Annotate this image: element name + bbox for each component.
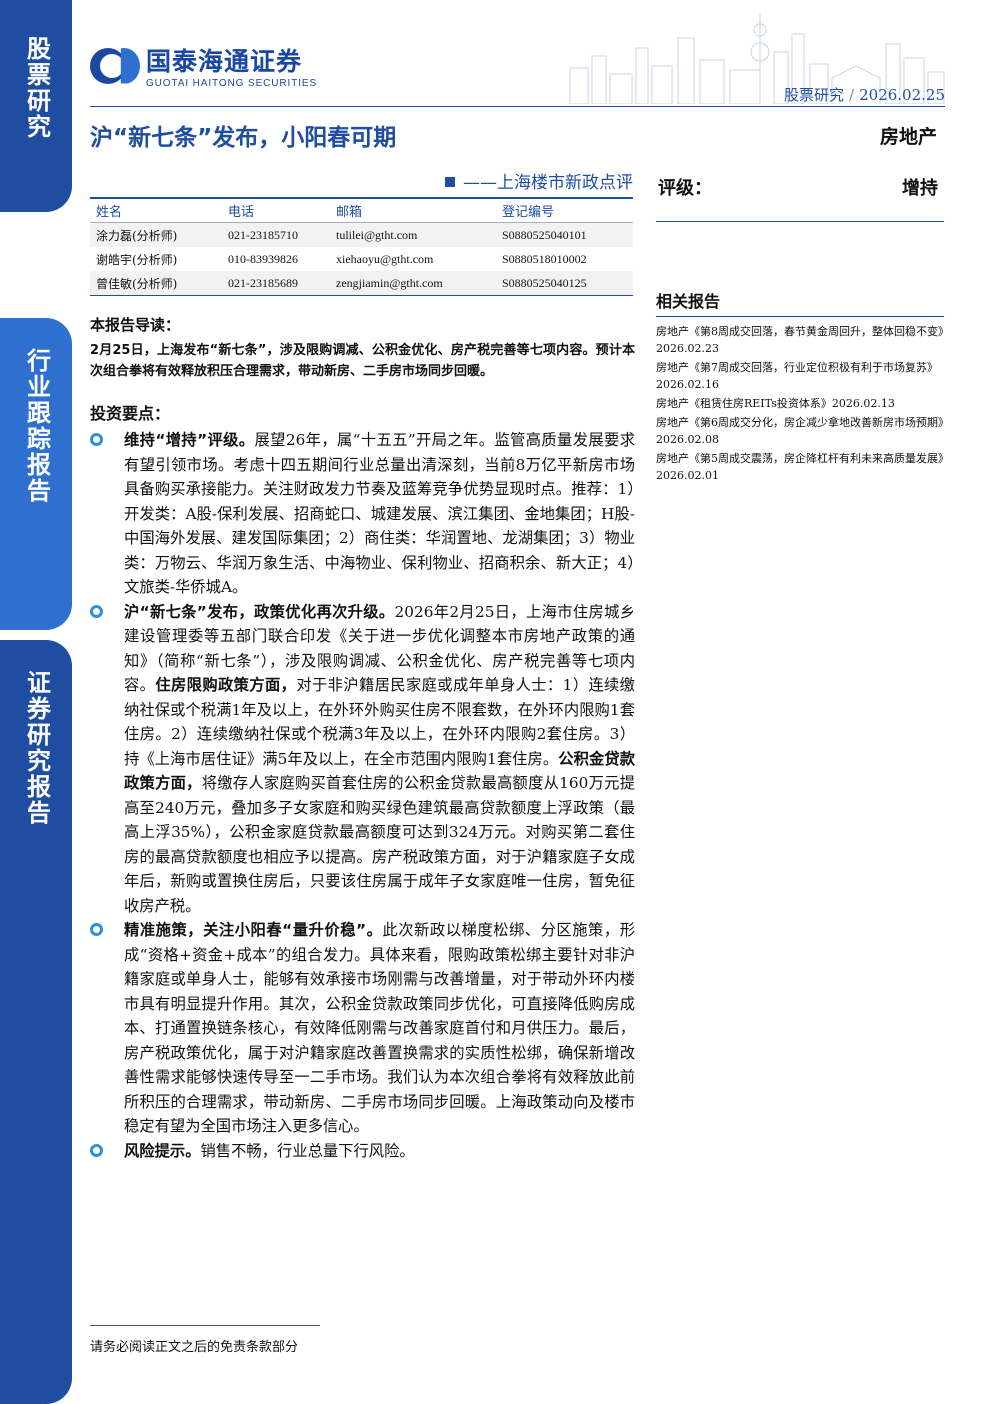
subtitle-text: ——上海楼市新政点评 [463, 173, 633, 193]
related-report-link[interactable]: 房地产《第6周成交分化，房企减少拿地改善新房市场预期》2026.02.08 [656, 414, 944, 448]
related-report-link[interactable]: 房地产《第5周成交震荡，房企降杠杆有利未来高质量发展》2026.02.01 [656, 450, 944, 484]
circle-bullet-icon [90, 1143, 103, 1157]
point-text: 此次新政以梯度松绑、分区施策，形成“资格+资金+成本”的组合发力。具体来看，限购… [124, 921, 635, 1135]
related-report-link[interactable]: 房地产《租赁住房REITs投资体系》2026.02.13 [656, 395, 944, 412]
analyst-name: 涂力磊(分析师) [96, 228, 178, 243]
report-date: 2026.02.25 [859, 86, 945, 104]
point-lead: 精准施策，关注小阳春“量升价稳”。 [124, 921, 383, 939]
circle-bullet-icon [90, 604, 103, 618]
analyst-email[interactable]: zengjiamin@gtht.com [336, 276, 502, 291]
list-item: 沪“新七条”发布，政策优化再次升级。2026年2月25日，上海市住房城乡建设管理… [90, 600, 635, 919]
side-tab-securities-research: 证券研究报告 [0, 640, 72, 1404]
table-row: 谢皓宇(分析师) 010-83939826 xiehaoyu@gtht.com … [90, 247, 633, 271]
analyst-phone: 021-23185710 [228, 227, 298, 242]
analyst-email[interactable]: tulilei@gtht.com [336, 228, 502, 243]
related-report-link[interactable]: 房地产《第7周成交回落，行业定位积极有利于市场复苏》2026.02.16 [656, 359, 944, 393]
guide-body: 2月25日，上海发布“新七条”，涉及限购调减、公积金优化、房产税完善等七项内容。… [90, 343, 635, 379]
point-text: 展望26年，属“十五五”开局之年。监管高质量发展要求有望引领市场。考虑十四五期间… [124, 431, 636, 596]
analyst-reg-no: S0880518010002 [502, 251, 587, 266]
brand-logo: 国泰海通证券 GUOTAI HAITONG SECURITIES [90, 42, 317, 89]
column-header: 姓名 [96, 205, 123, 220]
side-tab-label: 股票研究 [22, 36, 51, 140]
analyst-reg-no: S0880525040101 [502, 227, 587, 242]
circle-bullet-icon [90, 923, 103, 936]
related-reports: 相关报告 房地产《第8周成交回落，春节黄金周回升，整体回稳不变》2026.02.… [656, 288, 944, 486]
header-divider [90, 106, 945, 107]
related-reports-list: 房地产《第8周成交回落，春节黄金周回升，整体回稳不变》2026.02.23 房地… [656, 323, 944, 484]
analyst-phone: 021-23185689 [228, 275, 298, 290]
square-bullet-icon [445, 177, 455, 187]
side-tab-label: 行业跟踪报告 [22, 348, 51, 504]
analyst-email[interactable]: xiehaoyu@gtht.com [336, 252, 502, 267]
point-lead: 风险提示。 [124, 1141, 201, 1160]
table-header-row: 姓名 电话 邮箱 登记编号 [90, 199, 633, 223]
side-band: 股票研究 行业跟踪报告 证券研究报告 [0, 0, 72, 1404]
report-title: 沪“新七条”发布，小阳春可期 [90, 125, 397, 151]
side-tab-industry-tracking: 行业跟踪报告 [0, 318, 72, 630]
industry-label: 房地产 [879, 126, 937, 148]
brand-name-cn: 国泰海通证券 [146, 47, 303, 76]
point-text: 将缴存人家庭购买首套住房的公积金贷款最高额度从160万元提高至240万元，叠加多… [124, 774, 635, 915]
side-tab-stock-research: 股票研究 [0, 0, 72, 212]
investment-points: 维持“增持”评级。展望26年，属“十五五”开局之年。监管高质量发展要求有望引领市… [90, 428, 635, 1163]
footer-divider [90, 1325, 320, 1326]
points-heading: 投资要点： [90, 404, 171, 423]
side-tab-label: 证券研究报告 [22, 670, 51, 826]
list-item: 维持“增持”评级。展望26年，属“十五五”开局之年。监管高质量发展要求有望引领市… [90, 428, 635, 600]
header-meta: 股票研究/2026.02.25 [784, 86, 945, 104]
list-item: 精准施策，关注小阳春“量升价稳”。此次新政以梯度松绑、分区施策，形成“资格+资金… [90, 918, 635, 1139]
report-category: 股票研究 [784, 86, 845, 104]
point-emphasis: 住房限购政策方面， [155, 676, 297, 694]
guide-heading: 本报告导读： [90, 316, 181, 334]
rating-value: 增持 [902, 178, 938, 199]
circle-bullet-icon [90, 433, 103, 446]
rating-label: 评级： [658, 178, 712, 199]
analyst-reg-no: S0880525040125 [502, 275, 587, 290]
related-reports-title: 相关报告 [656, 288, 944, 317]
analyst-table: 姓名 电话 邮箱 登记编号 涂力磊(分析师) 021-23185710 tuli… [90, 197, 633, 296]
table-row: 涂力磊(分析师) 021-23185710 tulilei@gtht.com S… [90, 223, 633, 247]
disclaimer-note: 请务必阅读正文之后的免责条款部分 [90, 1340, 299, 1355]
point-lead: 沪“新七条”发布，政策优化再次升级。 [124, 602, 395, 621]
analyst-name: 谢皓宇(分析师) [96, 252, 178, 267]
point-text: 销售不畅，行业总量下行风险。 [200, 1141, 415, 1160]
point-lead: 维持“增持”评级。 [124, 431, 255, 449]
column-header: 电话 [228, 205, 255, 220]
report-subtitle: ——上海楼市新政点评 [445, 168, 633, 193]
table-row: 曾佳敏(分析师) 021-23185689 zengjiamin@gtht.co… [90, 271, 633, 295]
analyst-name: 曾佳敏(分析师) [96, 276, 178, 291]
logo-icon [90, 46, 142, 86]
column-header: 登记编号 [502, 205, 555, 220]
column-header: 邮箱 [336, 205, 363, 220]
related-report-link[interactable]: 房地产《第8周成交回落，春节黄金周回升，整体回稳不变》2026.02.23 [656, 323, 944, 357]
list-item: 风险提示。销售不畅，行业总量下行风险。 [90, 1139, 635, 1164]
brand-name-en: GUOTAI HAITONG SECURITIES [146, 78, 318, 89]
analyst-phone: 010-83939826 [228, 251, 298, 266]
rating-box: 评级： 增持 [656, 170, 944, 222]
